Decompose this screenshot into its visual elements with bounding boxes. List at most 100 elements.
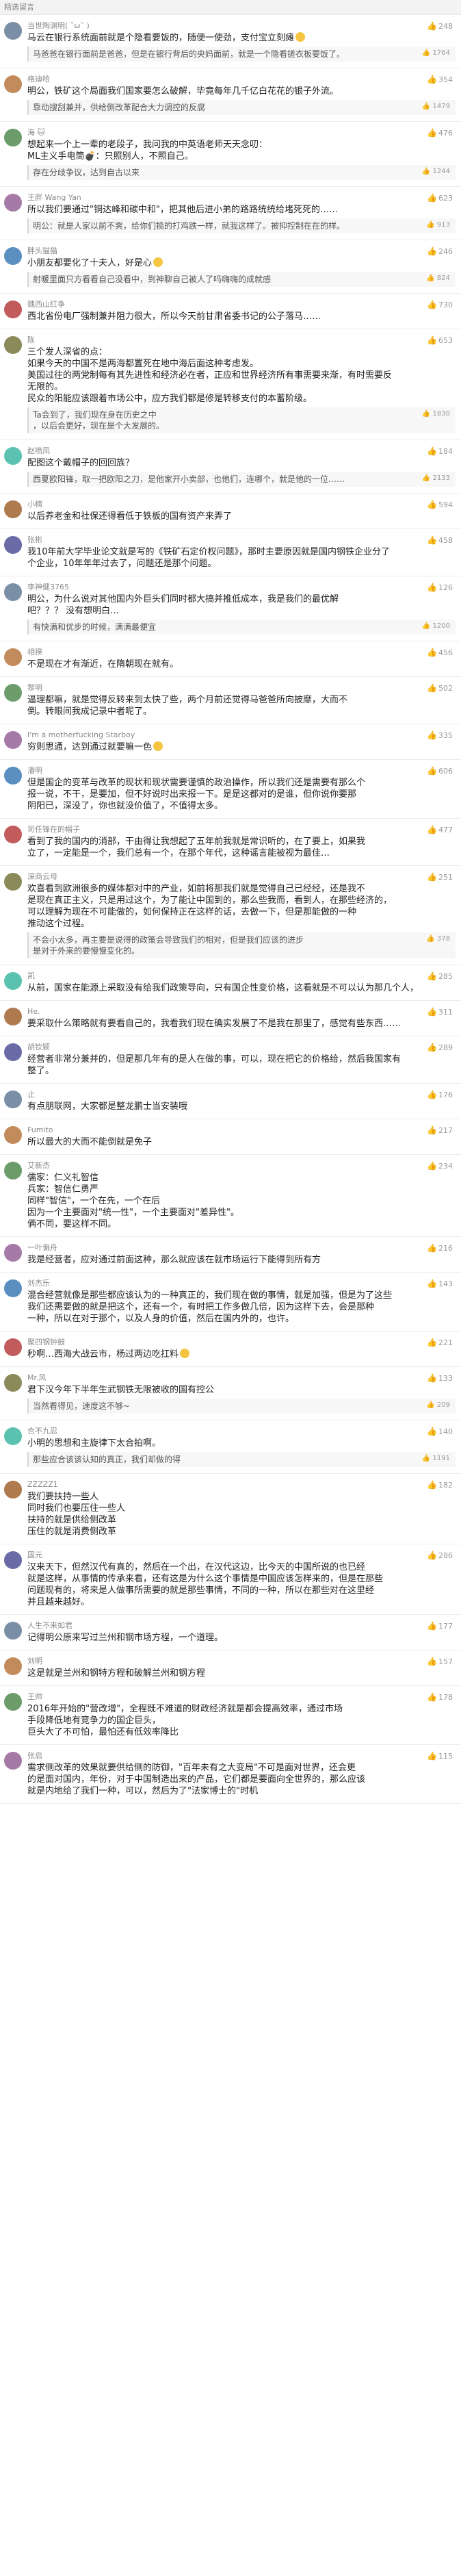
like-button[interactable]: 👍 234 (427, 1162, 453, 1171)
like-button[interactable]: 👍 653 (427, 336, 453, 346)
avatar[interactable] (4, 1244, 22, 1262)
like-button[interactable]: 👍 184 (427, 446, 453, 457)
comment-username[interactable]: Mr.风 (27, 1373, 456, 1382)
avatar[interactable] (4, 1622, 22, 1640)
reply-like-count[interactable]: 👍 1244 (422, 167, 450, 176)
thumbs-up-icon[interactable]: 👍 (427, 128, 437, 138)
avatar[interactable] (4, 1752, 22, 1770)
thumbs-up-icon[interactable]: 👍 (427, 583, 437, 592)
like-button[interactable]: 👍 115 (427, 1752, 453, 1761)
thumbs-up-icon[interactable]: 👍 (427, 1692, 437, 1702)
avatar[interactable] (4, 583, 22, 601)
avatar[interactable] (4, 500, 22, 518)
like-button[interactable]: 👍 289 (427, 1043, 453, 1053)
avatar[interactable] (4, 767, 22, 785)
like-button[interactable]: 👍 456 (427, 648, 453, 658)
thumbs-up-icon[interactable]: 👍 (427, 766, 437, 776)
thumbs-up-icon[interactable]: 👍 (427, 500, 437, 509)
thumbs-up-icon[interactable]: 👍 (427, 1751, 437, 1761)
avatar[interactable] (4, 1693, 22, 1711)
thumbs-up-icon[interactable]: 👍 (427, 75, 437, 84)
comment-username[interactable]: 司任锋在的帽子 (27, 825, 456, 834)
thumbs-up-icon[interactable]: 👍 (427, 1657, 437, 1666)
avatar[interactable] (4, 247, 22, 265)
comment-username[interactable]: 张启 (27, 1751, 456, 1760)
thumbs-up-icon[interactable]: 👍 (427, 683, 437, 693)
like-button[interactable]: 👍 157 (427, 1657, 453, 1667)
avatar[interactable] (4, 684, 22, 702)
like-button[interactable]: 👍 606 (427, 767, 453, 776)
reply-like-count[interactable]: 👍 209 (426, 1401, 450, 1410)
avatar[interactable] (4, 1091, 22, 1108)
thumbs-up-icon[interactable]: 👍 (427, 971, 437, 981)
thumbs-up-icon[interactable]: 👍 (427, 1243, 437, 1253)
avatar[interactable] (4, 1481, 22, 1499)
reply-like-count[interactable]: 👍 378 (426, 934, 450, 943)
comment-username[interactable]: 潘明 (27, 766, 456, 775)
avatar[interactable] (4, 301, 22, 318)
avatar[interactable] (4, 1126, 22, 1144)
comment-username[interactable]: 凯 (27, 971, 456, 980)
avatar[interactable] (4, 1043, 22, 1061)
avatar[interactable] (4, 336, 22, 354)
comment-username[interactable]: 王帅 (27, 1692, 456, 1701)
comment-username[interactable]: I'm a motherfucking Starboy (27, 730, 456, 739)
reply-like-count[interactable]: 👍 824 (426, 274, 450, 283)
reply-like-count[interactable]: 👍 2133 (422, 474, 450, 483)
like-button[interactable]: 👍 221 (427, 1338, 453, 1348)
thumbs-up-icon[interactable]: 👍 (427, 1125, 437, 1135)
like-button[interactable]: 👍 216 (427, 1244, 453, 1253)
like-button[interactable]: 👍 502 (427, 684, 453, 693)
reply-like-count[interactable]: 👍 1200 (422, 622, 450, 630)
thumbs-up-icon[interactable]: 👍 (427, 1427, 437, 1436)
thumbs-up-icon[interactable]: 👍 (427, 1621, 437, 1631)
comment-username[interactable]: 张彬 (27, 535, 456, 544)
thumbs-up-icon[interactable]: 👍 (427, 1480, 437, 1490)
comment-username[interactable]: 刘明 (27, 1657, 456, 1666)
thumbs-up-icon[interactable]: 👍 (427, 648, 437, 657)
comment-username[interactable]: 李神健3765 (27, 583, 456, 591)
avatar[interactable] (4, 129, 22, 146)
thumbs-up-icon[interactable]: 👍 (427, 193, 437, 203)
avatar[interactable] (4, 1657, 22, 1675)
like-button[interactable]: 👍 176 (427, 1091, 453, 1100)
thumbs-up-icon[interactable]: 👍 (427, 1551, 437, 1560)
avatar[interactable] (4, 1279, 22, 1297)
comment-username[interactable]: 艾新杰 (27, 1161, 456, 1170)
comment-username[interactable]: Fumito (27, 1125, 456, 1134)
like-button[interactable]: 👍 286 (427, 1551, 453, 1561)
like-button[interactable]: 👍 246 (427, 246, 453, 257)
thumbs-up-icon[interactable]: 👍 (427, 446, 437, 456)
like-button[interactable]: 👍 623 (427, 194, 453, 203)
like-button[interactable]: 👍 335 (427, 731, 453, 741)
thumbs-up-icon[interactable]: 👍 (427, 872, 437, 882)
comment-username[interactable]: 当世陶渊明( ˘̀ω˘́ ) (27, 21, 456, 30)
reply-like-count[interactable]: 👍 1479 (422, 102, 450, 111)
like-button[interactable]: 👍 178 (427, 1692, 453, 1703)
reply-like-count[interactable]: 👍 1830 (422, 409, 450, 418)
avatar[interactable] (4, 826, 22, 843)
like-button[interactable]: 👍 354 (427, 75, 453, 85)
comment-username[interactable]: 海 🐱 (27, 128, 456, 137)
avatar[interactable] (4, 536, 22, 554)
comment-username[interactable]: 一叶偏舟 (27, 1243, 456, 1252)
thumbs-up-icon[interactable]: 👍 (427, 1373, 437, 1383)
like-button[interactable]: 👍 140 (427, 1427, 453, 1437)
comment-username[interactable]: 陈 (27, 335, 456, 344)
like-button[interactable]: 👍 217 (427, 1125, 453, 1136)
like-button[interactable]: 👍 458 (427, 536, 453, 546)
avatar[interactable] (4, 1427, 22, 1445)
thumbs-up-icon[interactable]: 👍 (427, 825, 437, 834)
thumbs-up-icon[interactable]: 👍 (427, 246, 437, 256)
like-button[interactable]: 👍 133 (427, 1374, 453, 1383)
reply-like-count[interactable]: 👍 913 (426, 220, 450, 229)
like-button[interactable]: 👍 594 (427, 500, 453, 510)
comment-username[interactable]: 人生不来如君 (27, 1621, 456, 1630)
comment-username[interactable]: 国元 (27, 1551, 456, 1559)
comment-username[interactable]: 胖头猫猫 (27, 246, 456, 255)
avatar[interactable] (4, 648, 22, 666)
thumbs-up-icon[interactable]: 👍 (427, 1007, 437, 1017)
avatar[interactable] (4, 1374, 22, 1392)
comment-username[interactable]: 刘杰乐 (27, 1279, 456, 1288)
avatar[interactable] (4, 1162, 22, 1179)
